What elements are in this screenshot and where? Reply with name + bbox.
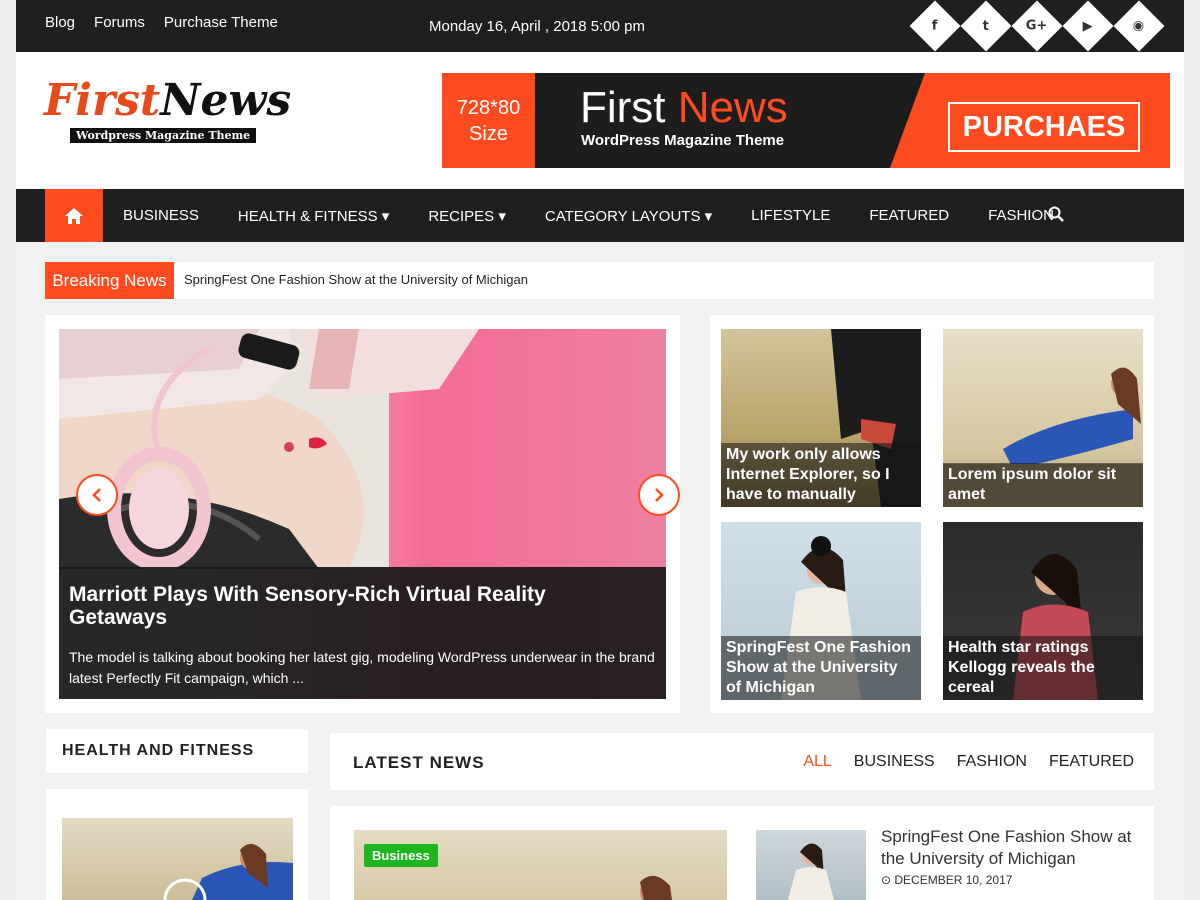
site-header: FirstNews Wordpress Magazine Theme 728*8…	[16, 52, 1184, 189]
grid-caption: Health star ratings Kellogg reveals the …	[943, 636, 1143, 700]
grid-item[interactable]: Lorem ipsum dolor sit amet	[943, 329, 1143, 507]
grid-caption: My work only allows Internet Explorer, s…	[721, 443, 921, 507]
news-thumbnail[interactable]	[756, 830, 866, 900]
logo-news: News	[160, 75, 292, 126]
site-logo[interactable]: FirstNews Wordpress Magazine Theme	[44, 75, 292, 156]
tab-all[interactable]: ALL	[803, 753, 831, 771]
slider-prev-button[interactable]	[76, 474, 118, 516]
logo-tagline: Wordpress Magazine Theme	[70, 128, 257, 143]
banner-size-line2: Size	[469, 123, 508, 145]
banner-title-first: First	[580, 83, 666, 132]
home-icon	[65, 207, 83, 224]
nav-items: BUSINESS HEALTH & FITNESS ▾ RECIPES ▾ CA…	[123, 189, 1054, 242]
google-plus-glyph: G+	[1026, 18, 1048, 34]
chevron-left-icon	[92, 488, 101, 502]
latest-news-body: Business SpringFest One Fashion Show at …	[330, 806, 1154, 900]
main-nav: BUSINESS HEALTH & FITNESS ▾ RECIPES ▾ CA…	[16, 189, 1184, 242]
rss-icon[interactable]: ◉	[1113, 0, 1165, 52]
grid-item[interactable]: My work only allows Internet Explorer, s…	[721, 329, 921, 507]
top-links: Blog Forums Purchase Theme	[45, 14, 278, 31]
current-date: Monday 16, April , 2018 5:00 pm	[429, 18, 645, 35]
page: Blog Forums Purchase Theme Monday 16, Ap…	[16, 0, 1184, 900]
banner-size-label: 728*80 Size	[442, 73, 535, 168]
twitter-icon[interactable]: t	[960, 0, 1012, 52]
news-main-image[interactable]: Business	[354, 830, 727, 900]
banner-title-news: News	[677, 83, 788, 132]
slide-illustration	[59, 329, 479, 569]
widget-title-text: HEALTH AND FITNESS	[62, 742, 255, 759]
tab-business[interactable]: BUSINESS	[854, 753, 935, 771]
news-side-title[interactable]: SpringFest One Fashion Show at the Unive…	[881, 826, 1141, 870]
slide-caption: Marriott Plays With Sensory-Rich Virtual…	[59, 567, 666, 699]
breaking-news-text[interactable]: SpringFest One Fashion Show at the Unive…	[184, 272, 528, 287]
breaking-news-bar: Breaking News SpringFest One Fashion Sho…	[45, 262, 1154, 299]
nav-item-health-fitness[interactable]: HEALTH & FITNESS ▾	[238, 207, 389, 225]
news-side-date: ⊙ DECEMBER 10, 2017	[881, 873, 1013, 887]
chevron-right-icon	[655, 488, 664, 502]
home-button[interactable]	[45, 189, 103, 242]
logo-first: First	[44, 75, 161, 126]
category-badge[interactable]: Business	[364, 844, 438, 867]
latest-news-header: LATEST NEWS ALL BUSINESS FASHION FEATURE…	[330, 733, 1154, 790]
thumbnail-illustration	[788, 843, 834, 900]
latest-news-title: LATEST NEWS	[353, 753, 485, 772]
slide-title[interactable]: Marriott Plays With Sensory-Rich Virtual…	[69, 583, 589, 629]
rss-glyph: ◉	[1133, 18, 1145, 34]
search-icon	[1048, 206, 1064, 222]
nav-item-featured[interactable]: FEATURED	[869, 207, 949, 224]
widget-illustration	[163, 843, 293, 900]
breaking-news-label: Breaking News	[45, 262, 174, 299]
widget-image[interactable]	[62, 818, 293, 900]
twitter-glyph: t	[982, 18, 990, 34]
top-link-blog[interactable]: Blog	[45, 14, 75, 31]
top-bar: Blog Forums Purchase Theme Monday 16, Ap…	[16, 0, 1184, 52]
featured-grid: My work only allows Internet Explorer, s…	[710, 315, 1154, 713]
facebook-icon[interactable]: f	[909, 0, 961, 52]
slide-description: The model is talking about booking her l…	[69, 649, 655, 686]
top-link-purchase-theme[interactable]: Purchase Theme	[164, 14, 278, 31]
grid-caption: Lorem ipsum dolor sit amet	[943, 463, 1143, 507]
nav-item-category-layouts[interactable]: CATEGORY LAYOUTS ▾	[545, 207, 712, 225]
slide-image[interactable]: Marriott Plays With Sensory-Rich Virtual…	[59, 329, 666, 699]
banner-size-line1: 728*80	[456, 97, 521, 119]
widget-health-fitness-title: HEALTH AND FITNESS	[46, 729, 308, 773]
facebook-glyph: f	[932, 18, 938, 34]
grid-item[interactable]: Health star ratings Kellogg reveals the …	[943, 522, 1143, 700]
banner-purchase-button[interactable]: PURCHAES	[948, 102, 1140, 152]
grid-caption: SpringFest One Fashion Show at the Unive…	[721, 636, 921, 700]
slider-next-button[interactable]	[638, 474, 680, 516]
top-link-forums[interactable]: Forums	[94, 14, 145, 31]
tab-fashion[interactable]: FASHION	[957, 753, 1027, 771]
search-button[interactable]	[1048, 206, 1064, 227]
widget-health-fitness	[46, 789, 308, 900]
tab-featured[interactable]: FEATURED	[1049, 753, 1134, 771]
youtube-glyph: ▶	[1083, 18, 1093, 34]
nav-item-fashion[interactable]: FASHION	[988, 207, 1054, 224]
nav-item-recipes[interactable]: RECIPES ▾	[428, 207, 506, 225]
nav-item-lifestyle[interactable]: LIFESTYLE	[751, 207, 830, 224]
social-links: f t G+ ▶ ◉	[909, 0, 1165, 52]
featured-slider: Marriott Plays With Sensory-Rich Virtual…	[45, 315, 680, 713]
banner-subtitle: WordPress Magazine Theme	[581, 132, 785, 149]
grid-item[interactable]: SpringFest One Fashion Show at the Unive…	[721, 522, 921, 700]
banner-title: First News	[580, 83, 788, 133]
youtube-icon[interactable]: ▶	[1062, 0, 1114, 52]
ad-banner[interactable]: 728*80 Size First News WordPress Magazin…	[442, 73, 1170, 168]
google-plus-icon[interactable]: G+	[1011, 0, 1063, 52]
latest-news-tabs: ALL BUSINESS FASHION FEATURED	[803, 753, 1134, 771]
nav-item-business[interactable]: BUSINESS	[123, 207, 199, 224]
